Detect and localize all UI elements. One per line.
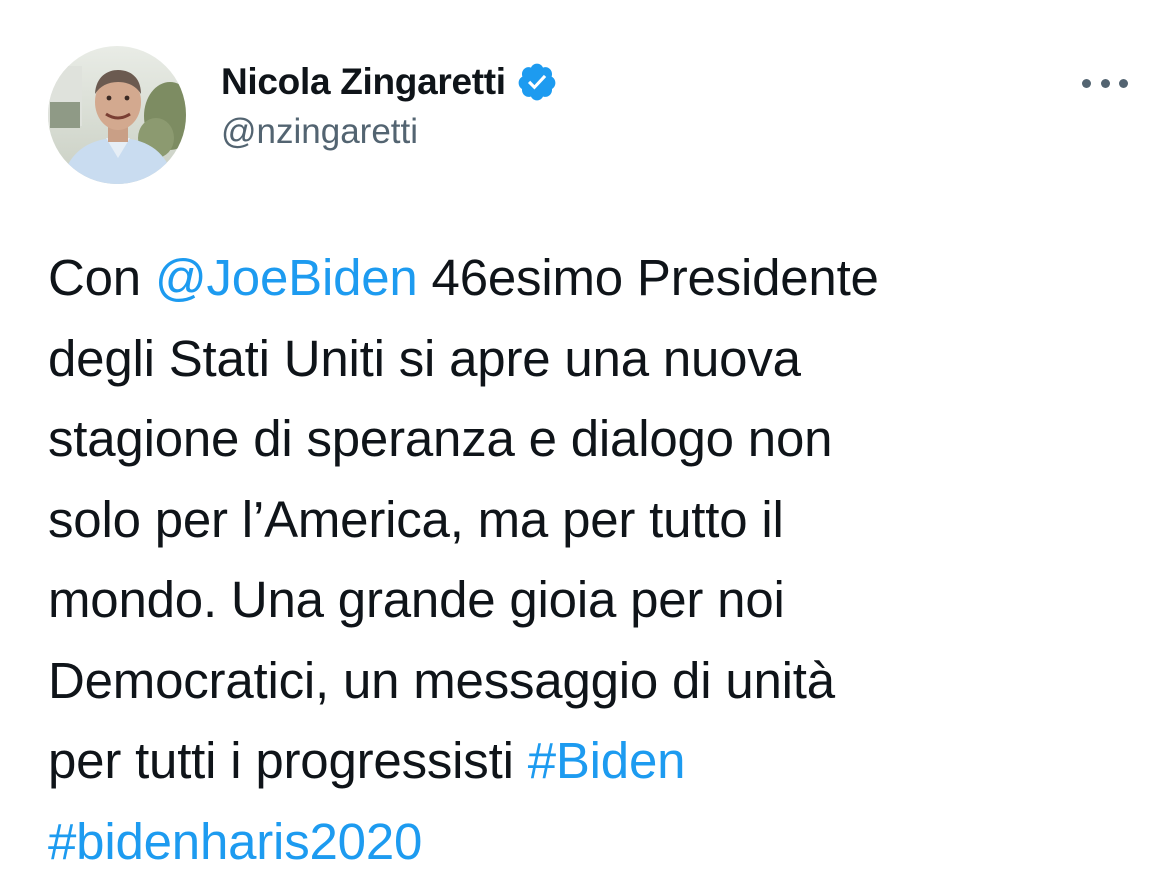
tweet-text: Con @JoeBiden 46esimo Presidente degli St… xyxy=(48,238,1133,882)
tweet-card: Nicola Zingaretti @nzingaretti Con @JoeB… xyxy=(0,0,1170,892)
tweet-text-segment: degli Stati Uniti si apre una nuova xyxy=(48,329,801,387)
author-display-name[interactable]: Nicola Zingaretti xyxy=(221,61,506,103)
tweet-text-segment: Con xyxy=(48,249,155,306)
tweet-header: Nicola Zingaretti @nzingaretti xyxy=(48,46,1128,186)
tweet-text-segment: per tutti i progressisti xyxy=(48,732,528,789)
tweet-text-segment: 46esimo Presidente xyxy=(417,249,879,306)
hashtag-link[interactable]: #Biden xyxy=(528,732,686,789)
author-handle[interactable]: @nzingaretti xyxy=(221,112,558,152)
display-name-row: Nicola Zingaretti xyxy=(221,58,558,106)
tweet-line: per tutti i progressisti #Biden xyxy=(48,721,1133,802)
tweet-text-segment: mondo. Una grande gioia per noi xyxy=(48,571,785,628)
avatar-image xyxy=(48,46,186,184)
more-options-icon[interactable] xyxy=(1082,68,1128,98)
tweet-text-segment: solo per l’America, ma per tutto il xyxy=(48,490,784,548)
more-dot xyxy=(1119,78,1128,88)
tweet-line: stagione di speranza e dialogo non xyxy=(48,399,1133,480)
tweet-line: degli Stati Uniti si apre una nuova xyxy=(48,319,1133,400)
tweet-text-segment: Democratici, un messaggio di unità xyxy=(48,651,835,709)
more-dot xyxy=(1100,78,1110,88)
tweet-line: Con @JoeBiden 46esimo Presidente xyxy=(48,238,1133,319)
verified-badge-icon xyxy=(516,61,558,103)
author-names: Nicola Zingaretti @nzingaretti xyxy=(221,58,558,152)
mention-link[interactable]: @JoeBiden xyxy=(155,249,418,306)
tweet-line: mondo. Una grande gioia per noi xyxy=(48,560,1133,641)
tweet-line: solo per l’America, ma per tutto il xyxy=(48,480,1133,561)
tweet-line: Democratici, un messaggio di unità xyxy=(48,641,1133,722)
author-avatar[interactable] xyxy=(48,46,186,184)
tweet-line: #bidenharis2020 xyxy=(48,802,1133,883)
more-dot xyxy=(1082,78,1091,88)
hashtag-link[interactable]: #bidenharis2020 xyxy=(48,813,422,870)
tweet-text-segment: stagione di speranza e dialogo non xyxy=(48,410,833,467)
